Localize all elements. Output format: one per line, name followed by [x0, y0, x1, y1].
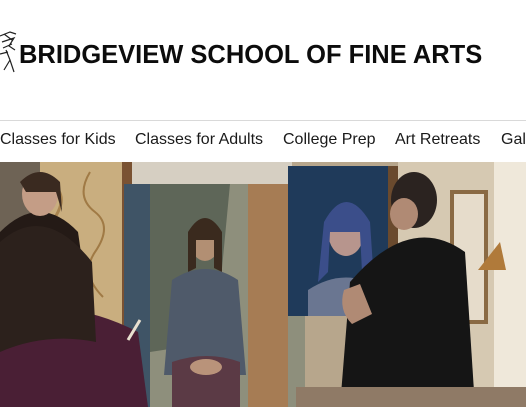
studio-photo: [0, 162, 526, 407]
nav-item-classes-for-adults[interactable]: Classes for Adults: [135, 131, 263, 149]
sketch-figure-logo-icon[interactable]: [0, 30, 18, 80]
main-nav: Classes for Kids Classes for Adults Coll…: [0, 121, 526, 161]
nav-item-gallery[interactable]: Gal: [501, 131, 526, 149]
nav-item-art-retreats[interactable]: Art Retreats: [395, 131, 480, 149]
nav-item-college-prep[interactable]: College Prep: [283, 131, 376, 149]
hero-image: [0, 162, 526, 407]
site-title[interactable]: BRIDGEVIEW SCHOOL OF FINE ARTS: [19, 41, 482, 70]
site-header: BRIDGEVIEW SCHOOL OF FINE ARTS: [0, 0, 526, 120]
nav-item-classes-for-kids[interactable]: Classes for Kids: [0, 131, 116, 149]
